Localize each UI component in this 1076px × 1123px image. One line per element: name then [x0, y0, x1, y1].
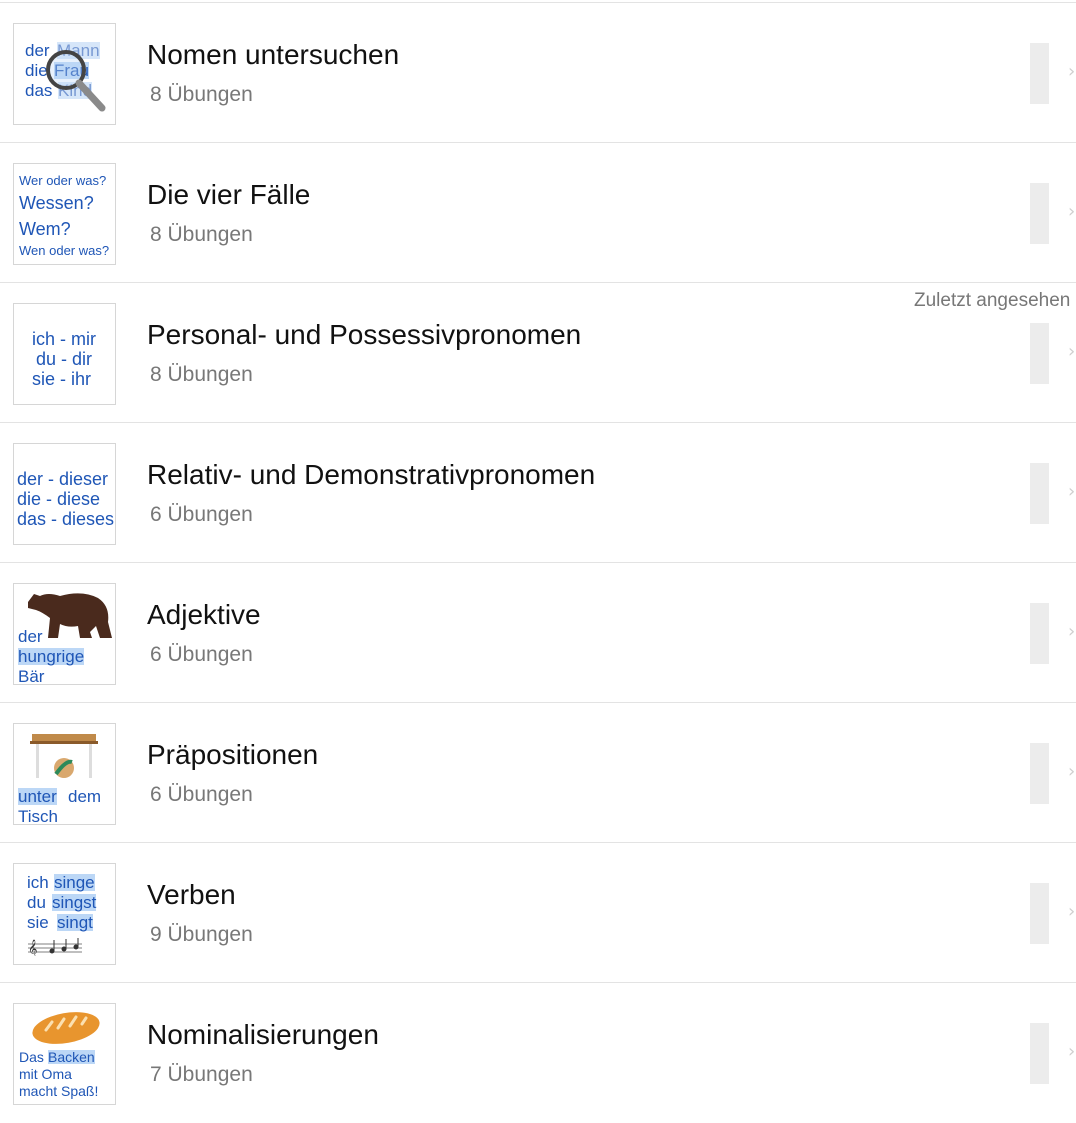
lesson-title: Die vier Fälle: [147, 179, 311, 210]
lesson-title: Verben: [147, 879, 236, 910]
lesson-thumbnail: ich - mir du - dir sie - ihr: [13, 303, 116, 405]
lesson-row-nomen-untersuchen[interactable]: der Mann die Frau das Kind Nomen untersu…: [0, 3, 1076, 143]
lesson-row-die-vier-faelle[interactable]: Wer oder was? Wessen? Wem? Wen oder was?…: [0, 143, 1076, 283]
chevron-right-icon[interactable]: ›: [1068, 63, 1075, 81]
progress-bar: [1030, 323, 1049, 384]
lesson-row-relativpronomen[interactable]: der - dieser die - diese das - dieses Re…: [0, 423, 1076, 563]
progress-bar: [1030, 463, 1049, 524]
thumb-text: unter: [18, 787, 57, 806]
thumb-text: Backen: [48, 1049, 95, 1065]
progress-bar: [1030, 43, 1049, 104]
thumb-text: Bär: [18, 667, 45, 685]
chevron-right-icon[interactable]: ›: [1068, 483, 1075, 501]
lesson-exercise-count: 6 Übungen: [150, 503, 253, 526]
lesson-row-nominalisierungen[interactable]: Das Backen mit Oma macht Spaß! Nominalis…: [0, 983, 1076, 1123]
thumb-text: die - diese: [17, 489, 101, 509]
chevron-right-icon[interactable]: ›: [1068, 763, 1075, 781]
lesson-exercise-count: 6 Übungen: [150, 643, 253, 666]
lesson-exercise-count: 8 Übungen: [150, 223, 253, 246]
chevron-right-icon[interactable]: ›: [1068, 343, 1075, 361]
thumb-text: Wen oder was?: [19, 243, 110, 258]
thumb-text: sie - ihr: [32, 369, 92, 389]
chevron-right-icon[interactable]: ›: [1068, 903, 1075, 921]
lesson-title: Personal- und Possessivpronomen: [147, 319, 582, 350]
lesson-exercise-count: 7 Übungen: [150, 1063, 253, 1086]
lesson-exercise-count: 9 Übungen: [150, 923, 253, 946]
thumb-text: der - dieser: [17, 469, 109, 489]
progress-bar: [1030, 883, 1049, 944]
lesson-exercise-count: 8 Übungen: [150, 83, 253, 106]
progress-bar: [1030, 743, 1049, 804]
thumb-text: sie: [27, 913, 49, 932]
thumb-text: du - dir: [36, 349, 93, 369]
thumb-text: singe: [54, 873, 95, 892]
lesson-exercise-count: 6 Übungen: [150, 783, 253, 806]
lesson-row-verben[interactable]: ich singe du singst sie singt 𝄞 Verben 9…: [0, 843, 1076, 983]
bread-icon: [32, 1012, 100, 1044]
lesson-title: Relativ- und Demonstrativpronomen: [147, 459, 596, 490]
thumb-text: singst: [52, 893, 97, 912]
lesson-thumbnail: Wer oder was? Wessen? Wem? Wen oder was?: [13, 163, 116, 265]
lesson-thumbnail: der Mann die Frau das Kind: [13, 23, 116, 125]
thumb-text: Tisch: [18, 807, 58, 825]
thumb-text: das - dieses: [17, 509, 115, 529]
thumb-text: Wem?: [19, 219, 71, 239]
thumb-text: Wessen?: [19, 193, 94, 213]
music-notes-icon: 𝄞: [28, 938, 82, 956]
chevron-right-icon[interactable]: ›: [1068, 203, 1075, 221]
lesson-thumbnail: der hungrige Bär: [13, 583, 116, 685]
svg-text:𝄞: 𝄞: [28, 939, 37, 956]
thumb-text: hungrige: [18, 647, 85, 666]
progress-bar: [1030, 603, 1049, 664]
thumb-text: dem: [68, 787, 102, 806]
thumb-text: ich: [27, 873, 49, 892]
progress-bar: [1030, 183, 1049, 244]
recently-viewed-label: Zuletzt angesehen: [914, 290, 1071, 311]
chevron-right-icon[interactable]: ›: [1068, 623, 1075, 641]
thumb-text: Das: [19, 1049, 44, 1065]
progress-bar: [1030, 1023, 1049, 1084]
lesson-thumbnail: ich singe du singst sie singt 𝄞: [13, 863, 116, 965]
thumb-text: ich - mir: [32, 329, 96, 349]
lesson-title: Nomen untersuchen: [147, 39, 400, 70]
lesson-title: Adjektive: [147, 599, 261, 630]
lesson-row-praepositionen[interactable]: unter dem Tisch Präpositionen 6 Übungen …: [0, 703, 1076, 843]
lesson-thumbnail: der - dieser die - diese das - dieses: [13, 443, 116, 545]
lesson-exercise-count: 8 Übungen: [150, 363, 253, 386]
thumb-text: mit Oma: [19, 1066, 72, 1082]
lesson-row-adjektive[interactable]: der hungrige Bär Adjektive 6 Übungen ›: [0, 563, 1076, 703]
lesson-thumbnail: unter dem Tisch: [13, 723, 116, 825]
thumb-text: Wer oder was?: [19, 173, 107, 188]
thumb-text: singt: [57, 913, 93, 932]
thumb-text: du: [27, 893, 46, 912]
magnifier-icon: [46, 50, 106, 112]
lesson-title: Nominalisierungen: [147, 1019, 379, 1050]
chevron-right-icon[interactable]: ›: [1068, 1043, 1075, 1061]
thumb-text: der: [18, 627, 43, 646]
table-ball-icon: [30, 734, 98, 778]
thumb-text: macht Spaß!: [19, 1083, 99, 1099]
lesson-thumbnail: Das Backen mit Oma macht Spaß!: [13, 1003, 116, 1105]
lesson-title: Präpositionen: [147, 739, 319, 770]
